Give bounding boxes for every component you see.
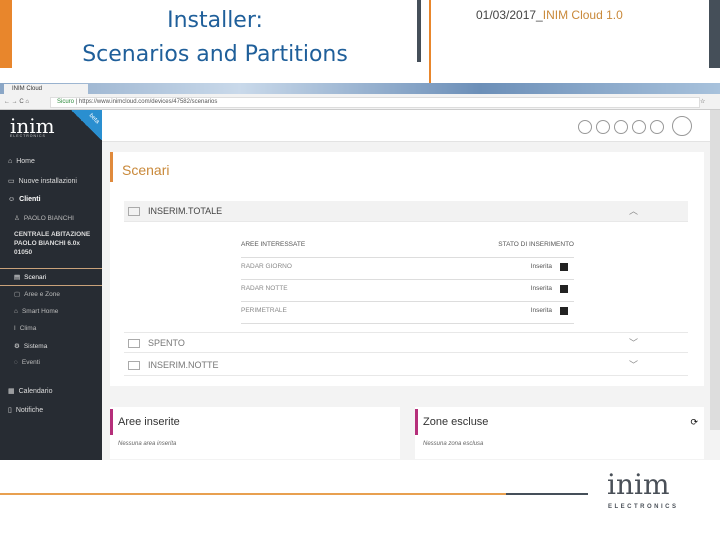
user-avatar-icon[interactable] [672, 116, 692, 136]
dark-accent-bar [709, 0, 720, 68]
wrench-icon[interactable] [596, 120, 610, 134]
card-title: Zone escluse [423, 416, 489, 428]
top-toolbar [102, 110, 710, 142]
gears-icon: ⚙ [14, 343, 20, 350]
lock-icon [560, 263, 568, 271]
sidebar-item-calendar[interactable]: ▦ Calendario [8, 387, 52, 396]
device-icon[interactable] [632, 120, 646, 134]
sidebar-item-sistema[interactable]: ⚙ Sistema [14, 342, 47, 351]
browser-tab[interactable]: INIM Cloud [4, 84, 88, 94]
tab-strip: INIM Cloud [0, 83, 720, 94]
sidebar-item-client[interactable]: ♙ PAOLO BIANCHI [14, 214, 74, 223]
cloud-icon[interactable] [614, 120, 628, 134]
empty-message: Nessuna area inserita [118, 441, 177, 447]
sidebar: beta inim ELECTRONICS ⌂ Home ▭ Nuove insta… [0, 110, 102, 460]
clapper-icon [128, 339, 140, 348]
lock-icon [560, 285, 568, 293]
lock-icon [560, 307, 568, 315]
chevron-up-icon[interactable]: ︿ [629, 201, 638, 222]
divider [429, 0, 431, 83]
footer-line-orange [0, 493, 506, 495]
beta-ribbon: beta [70, 110, 102, 140]
clapper-icon [128, 207, 140, 216]
sidebar-item-scenari[interactable]: ▤ Scenari [0, 268, 102, 286]
sidebar-item-new-installations[interactable]: ▭ Nuove installazioni [8, 177, 77, 186]
sidebar-item-clima[interactable]: ǀ Clima [14, 325, 36, 332]
table-header: AREE INTERESSATE STATO DI INSERIMENTO [241, 236, 574, 258]
sidebar-item-eventi[interactable]: ◌ Eventi [14, 359, 40, 366]
card-title: Aree inserite [118, 416, 180, 428]
clapper-icon: ▤ [14, 274, 21, 281]
thermometer-icon: ǀ [14, 325, 16, 332]
sidebar-item-home[interactable]: ⌂ Home [8, 158, 35, 165]
calendar-icon: ▦ [8, 388, 15, 395]
scenario-spento[interactable]: SPENTO ﹀ [124, 332, 688, 353]
orange-accent-bar [0, 0, 12, 68]
phone-icon: ▯ [8, 407, 12, 414]
chevron-down-icon[interactable]: ﹀ [629, 355, 638, 376]
sidebar-item-notifications[interactable]: ▯ Notifiche [8, 406, 43, 415]
clapper-icon [128, 361, 140, 370]
url-text: https://www.inimcloud.com/devices/47582/… [78, 99, 218, 105]
lock-icon: ▢ [14, 291, 21, 298]
browser-screenshot: INIM Cloud ← → C ⌂ Sicuro | https://www.… [0, 83, 720, 460]
chat-icon: ◌ [14, 359, 18, 366]
slide-title: Installer: Scenarios and Partitions [82, 8, 348, 67]
user-icon: ♙ [14, 215, 20, 222]
bell-icon[interactable] [578, 120, 592, 134]
empty-message: Nessuna zona esclusa [423, 441, 484, 447]
slide-date: 01/03/2017_INIM Cloud 1.0 [476, 8, 623, 22]
install-icon: ▭ [8, 178, 15, 185]
scenario-inserim-notte[interactable]: INSERIM.NOTTE ﹀ [124, 355, 688, 376]
card-title: Scenari [122, 162, 170, 178]
house-icon: ⌂ [14, 308, 18, 315]
home-icon: ⌂ [8, 158, 13, 165]
users-icon: ☺ [8, 196, 16, 203]
footer-line-dark [506, 493, 588, 495]
secure-label: Sicuro [57, 99, 75, 105]
chevron-down-icon[interactable]: ﹀ [629, 333, 638, 354]
footer-logo-sub: ELECTRONICS [608, 504, 679, 510]
url-input[interactable]: Sicuro | https://www.inimcloud.com/devic… [50, 97, 700, 108]
divider [417, 0, 421, 62]
excluded-zones-card: Zone escluse Nessuna zona esclusa ⟳ [415, 407, 704, 459]
sidebar-item-areas[interactable]: ▢ Aree e Zone [14, 290, 60, 299]
nav-icons[interactable]: ← → C ⌂ [4, 94, 29, 110]
star-icon[interactable]: ☆ [700, 94, 705, 110]
table-row: PERIMETRALE Inserita [241, 302, 574, 324]
address-bar: ← → C ⌂ Sicuro | https://www.inimcloud.c… [0, 94, 720, 110]
scrollbar[interactable] [710, 110, 720, 430]
logo-sub: ELECTRONICS [10, 134, 46, 138]
sidebar-item-clients[interactable]: ☺ Clienti [8, 196, 41, 203]
refresh-icon[interactable]: ⟳ [690, 417, 698, 428]
printer-icon[interactable] [650, 120, 664, 134]
scenario-inserim-totale[interactable]: INSERIM.TOTALE ︿ [124, 201, 688, 222]
table-row: RADAR NOTTE Inserita [241, 280, 574, 302]
table-row: RADAR GIORNO Inserita [241, 258, 574, 280]
footer-logo: inim [607, 468, 670, 501]
armed-areas-card: Aree inserite Nessuna area inserita [110, 407, 400, 459]
accent-bar [110, 152, 113, 182]
sidebar-item-smart-home[interactable]: ⌂ Smart Home [14, 308, 58, 315]
scenari-card: Scenari INSERIM.TOTALE ︿ AREE INTERESSATE… [110, 152, 704, 386]
sidebar-item-panel[interactable]: CENTRALE ABITAZIONE PAOLO BIANCHI 6.0x 0… [14, 230, 98, 257]
